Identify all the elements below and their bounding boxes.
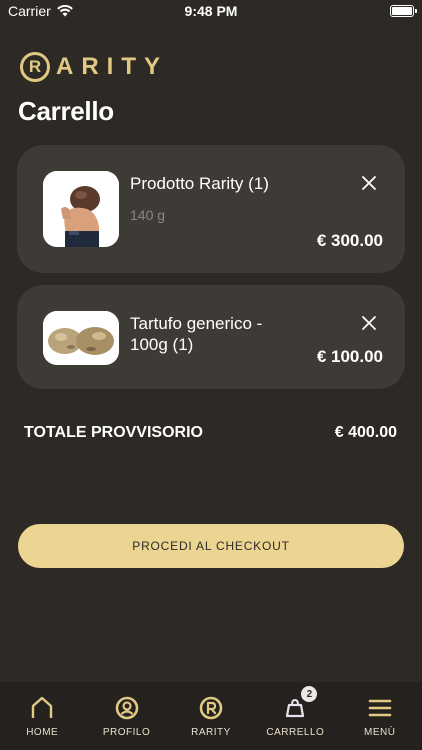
subtotal-label: TOTALE PROVVISORIO [24,424,203,441]
tab-profile[interactable]: PROFILO [87,682,167,750]
tab-rarity[interactable]: RARITY [171,682,251,750]
item-price: € 100.00 [316,347,383,366]
remove-item-button[interactable] [361,175,377,191]
home-icon [31,696,53,718]
checkout-button[interactable]: PROCEDI AL CHECKOUT [18,524,404,568]
close-icon [362,176,376,190]
subtotal-value: € 400.00 [334,424,397,441]
cart-badge: 2 [301,686,318,702]
item-name: Prodotto Rarity (1) [130,174,269,193]
subtotal-row: TOTALE PROVVISORIO € 400.00 [24,424,397,442]
rarity-icon [199,696,223,720]
wifi-icon [56,5,73,17]
tab-label: RARITY [191,727,231,738]
product-thumbnail[interactable] [43,171,119,247]
cart-item: Prodotto Rarity (1) 140 g € 300.00 [17,145,405,273]
item-price: € 300.00 [316,231,383,250]
cart-item: Tartufo generico - 100g (1) € 100.00 [17,285,405,389]
status-bar: Carrier 9:48 PM [0,0,422,22]
tab-label: HOME [26,727,59,738]
tab-cart[interactable]: 2 CARRELLO [255,682,335,750]
product-thumbnail[interactable] [43,311,119,365]
page-title: Carrello [18,96,114,126]
profile-icon [115,696,138,720]
remove-item-button[interactable] [361,315,377,331]
carrier-label: Carrier [8,3,51,19]
tab-label: CARRELLO [266,727,325,738]
menu-icon [368,699,392,717]
logo-text: ARITY [56,53,168,80]
tab-home[interactable]: HOME [2,682,82,750]
tab-menu[interactable]: MENÙ [340,682,420,750]
tab-label: MENÙ [364,727,396,738]
brand-logo: R ARITY [20,52,168,82]
close-icon [362,316,376,330]
logo-mark: R [20,52,50,82]
battery-icon [390,5,417,17]
tab-bar: HOME PROFILO RARITY 2 CARRELLO MENÙ [0,682,422,750]
item-weight: 140 g [130,207,166,223]
tab-label: PROFILO [102,727,151,738]
item-name: Tartufo generico - 100g (1) [130,314,263,354]
